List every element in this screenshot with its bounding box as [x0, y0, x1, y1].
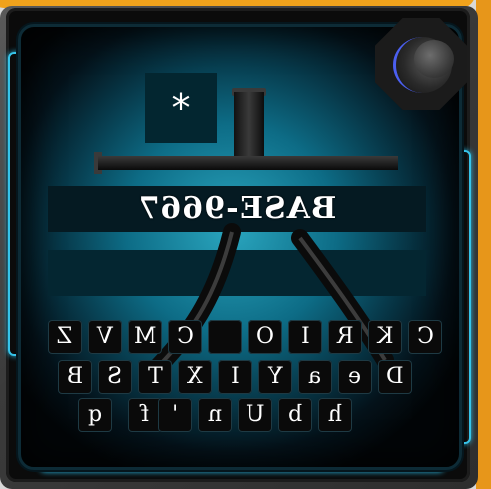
key-r3-3[interactable]: n — [198, 398, 232, 432]
key-r2-1[interactable]: S — [98, 360, 132, 394]
key-r1-1[interactable]: V — [88, 320, 122, 354]
key-r3-0[interactable]: q — [78, 398, 112, 432]
key-r1-9[interactable]: C — [408, 320, 442, 354]
key-r2-2[interactable]: T — [138, 360, 172, 394]
key-r3-4[interactable]: U — [238, 398, 272, 432]
key-r1-2[interactable]: M — [128, 320, 162, 354]
key-r2-7[interactable]: e — [338, 360, 372, 394]
key-r1-0[interactable]: Z — [48, 320, 82, 354]
key-r2-4[interactable]: I — [218, 360, 252, 394]
key-r1-6[interactable]: I — [288, 320, 322, 354]
key-r1-8[interactable]: K — [368, 320, 402, 354]
key-r2-8[interactable]: D — [378, 360, 412, 394]
key-r3-5[interactable]: b — [278, 398, 312, 432]
key-r3-2[interactable]: ' — [158, 398, 192, 432]
key-r2-6[interactable]: a — [298, 360, 332, 394]
key-r1-7[interactable]: R — [328, 320, 362, 354]
key-r2-5[interactable]: Y — [258, 360, 292, 394]
key-r2-3[interactable]: X — [178, 360, 212, 394]
key-r3-1[interactable]: f — [128, 398, 162, 432]
game-screen: * BASE-9667 Z V M C O I R K C B S T X I … — [0, 0, 491, 489]
key-r1-3[interactable]: C — [168, 320, 202, 354]
key-r1-4[interactable] — [208, 320, 242, 354]
key-r3-6[interactable]: h — [318, 398, 352, 432]
key-r2-0[interactable]: B — [58, 360, 92, 394]
key-r1-5[interactable]: O — [248, 320, 282, 354]
